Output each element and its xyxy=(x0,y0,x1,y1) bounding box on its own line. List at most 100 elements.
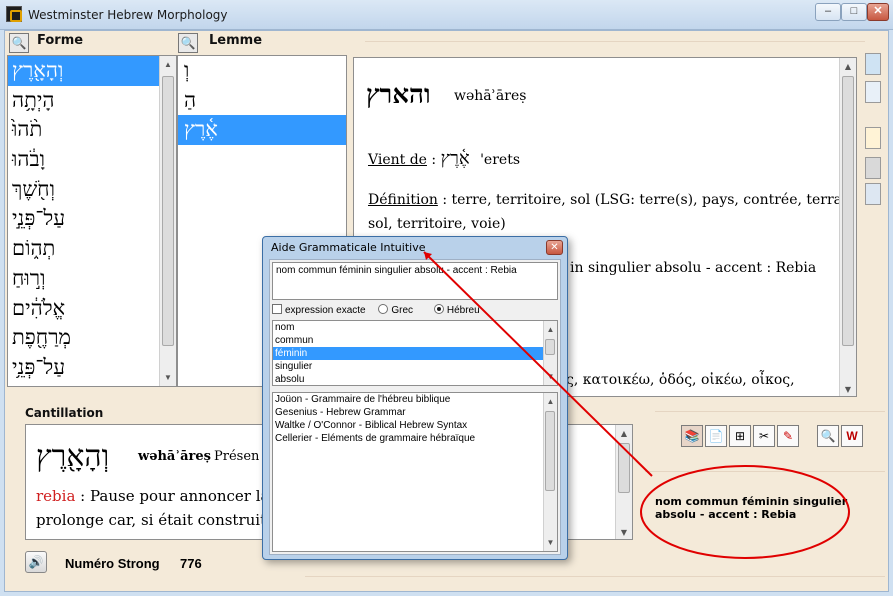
dialog-references-list[interactable]: Joüon - Grammaire de l'hébreu biblique Ge… xyxy=(272,392,558,552)
side-grammar-icon[interactable] xyxy=(865,157,881,179)
accent-desc: : Pause pour annoncer la xyxy=(75,487,270,505)
forme-list-item[interactable]: וָבֹ֔הוּ xyxy=(8,145,176,175)
books-icon[interactable]: 📚 xyxy=(681,425,703,447)
strong-number: 776 xyxy=(180,556,202,571)
scroll-down-icon[interactable]: ▼ xyxy=(160,369,176,386)
title-bar: Westminster Hebrew Morphology – □ ✕ xyxy=(0,0,893,30)
scroll-thumb[interactable] xyxy=(618,443,630,493)
dialog-close-button[interactable]: ✕ xyxy=(546,240,563,255)
grammar-dialog: Aide Grammaticale Intuitive ✕ nom commun… xyxy=(262,236,568,560)
reference-list-item[interactable]: Cellerier - Eléments de grammaire hébraï… xyxy=(273,432,557,445)
forme-list-item[interactable]: הָיְתָ֥ה xyxy=(8,86,176,116)
lemme-list-item[interactable]: הַ xyxy=(178,86,346,116)
speaker-button[interactable]: 🔊 xyxy=(25,551,47,573)
scroll-up-icon[interactable]: ▲ xyxy=(544,321,557,338)
search-icon: 🔍 xyxy=(180,36,196,50)
dialog-query-field[interactable]: nom commun féminin singulier absolu - ac… xyxy=(272,262,558,300)
forme-list-item[interactable]: מְרַחֶ֖פֶת xyxy=(8,323,176,353)
accent-name: rebia xyxy=(36,487,76,505)
logo-icon[interactable]: W xyxy=(841,425,863,447)
grec-radio[interactable] xyxy=(378,304,389,314)
maximize-button[interactable]: □ xyxy=(841,3,867,21)
dialog-body: nom commun féminin singulier absolu - ac… xyxy=(269,259,561,555)
refs-scrollbar[interactable]: ▲ ▼ xyxy=(543,393,557,551)
scroll-down-icon[interactable]: ▼ xyxy=(544,534,557,551)
cantillation-hebrew: וְהָאָ֖רֶץ xyxy=(36,439,110,474)
dialog-terms-list[interactable]: nom commun féminin singulier absolu ▲ ▼ xyxy=(272,320,558,386)
hebreu-label: Hébreu xyxy=(446,305,480,316)
forme-list-item[interactable]: עַל־פְּנֵ֥י xyxy=(8,353,176,383)
forme-list[interactable]: וְהָאָ֖רֶץ הָיְתָ֥ה תֹ֨הוּ֙ וָבֹ֔הוּ וְחֹ֖שֶ… xyxy=(7,55,177,387)
dialog-title: Aide Grammaticale Intuitive xyxy=(271,241,426,254)
vient-de-hebrew: אֶ֫רֶץ xyxy=(440,148,470,169)
vient-de-label[interactable]: Vient de xyxy=(368,152,427,168)
forme-list-item[interactable]: וְחֹ֖שֶׁךְ xyxy=(8,175,176,205)
speaker-icon: 🔊 xyxy=(28,555,44,569)
window-title: Westminster Hebrew Morphology xyxy=(28,8,228,22)
forme-list-item[interactable]: תְה֑וֹם xyxy=(8,234,176,264)
cantillation-translit: wəhāʾāreṣ xyxy=(138,449,211,464)
lemme-search-button[interactable]: 🔍 xyxy=(178,33,198,53)
zoom-icon[interactable]: 🔍 xyxy=(817,425,839,447)
scroll-up-icon[interactable]: ▲ xyxy=(840,58,856,75)
scroll-thumb[interactable] xyxy=(545,411,555,491)
greek-equivalents: ς, κατοικέω, ὁδός, οἰκέω, οἶκος, xyxy=(566,372,795,388)
definition-text-1: : terre, territoire, sol (LSG: terre(s),… xyxy=(437,192,857,208)
term-list-item[interactable]: commun xyxy=(273,334,557,347)
forme-header: Forme xyxy=(37,33,84,48)
term-list-item[interactable]: féminin xyxy=(273,347,557,360)
scroll-down-icon[interactable]: ▼ xyxy=(616,524,632,539)
reference-list-item[interactable]: Joüon - Grammaire de l'hébreu biblique xyxy=(273,393,557,406)
side-book-icon[interactable] xyxy=(865,53,881,75)
forme-list-item[interactable]: וְר֣וּחַ xyxy=(8,264,176,294)
scroll-thumb[interactable] xyxy=(162,76,174,346)
term-list-item[interactable]: nom xyxy=(273,321,557,334)
forme-list-item[interactable]: אֱלֹהִ֔ים xyxy=(8,294,176,324)
detail-scrollbar[interactable]: ▲ ▼ xyxy=(839,58,856,396)
dialog-options: expression exacte Grec Hébreu xyxy=(272,304,558,318)
lemme-list-item[interactable]: אֶ֫רֶץ xyxy=(178,115,346,146)
cantillation-scrollbar[interactable]: ▲ ▼ xyxy=(615,425,632,539)
vient-de-line: Vient de : אֶ֫רֶץ 'erets xyxy=(368,148,520,169)
detail-word-hebrew: והארץ xyxy=(366,80,431,110)
tools-icon[interactable]: ✂ xyxy=(753,425,775,447)
term-list-item[interactable]: singulier xyxy=(273,360,557,373)
forme-scrollbar[interactable]: ▲ ▼ xyxy=(159,56,176,386)
scroll-thumb[interactable] xyxy=(842,76,854,346)
forme-list-item[interactable]: תֹ֨הוּ֙ xyxy=(8,115,176,145)
side-help-icon[interactable] xyxy=(865,183,881,205)
callout-text: nom commun féminin singulier absolu - ac… xyxy=(655,495,848,521)
app-icon xyxy=(6,6,22,22)
scroll-up-icon[interactable]: ▲ xyxy=(544,393,557,410)
hebreu-radio[interactable] xyxy=(433,304,444,314)
cantillation-header: Cantillation xyxy=(25,406,104,420)
scroll-down-icon[interactable]: ▼ xyxy=(840,381,856,396)
term-list-item[interactable]: absolu xyxy=(273,373,557,385)
forme-search-button[interactable]: 🔍 xyxy=(9,33,29,53)
exact-label: expression exacte xyxy=(285,305,366,316)
tree-icon[interactable]: ⊞ xyxy=(729,425,751,447)
side-document-icon[interactable] xyxy=(865,81,881,103)
background-texture xyxy=(645,471,885,472)
scroll-up-icon[interactable]: ▲ xyxy=(160,56,176,73)
scroll-thumb[interactable] xyxy=(545,339,555,355)
scroll-up-icon[interactable]: ▲ xyxy=(616,425,632,442)
close-button[interactable]: ✕ xyxy=(867,3,889,21)
scroll-down-icon[interactable]: ▼ xyxy=(544,368,557,385)
pdf-icon[interactable]: ✎ xyxy=(777,425,799,447)
definition-label[interactable]: Définition xyxy=(368,192,438,208)
exact-checkbox[interactable] xyxy=(272,304,282,314)
definition-text-2: sol, territoire, voie) xyxy=(368,216,506,232)
accent-line-2: prolonge car, si était construit, xyxy=(36,511,271,529)
cantillation-rest: Présen xyxy=(214,449,260,464)
reference-list-item[interactable]: Gesenius - Hebrew Grammar xyxy=(273,406,557,419)
minimize-button[interactable]: – xyxy=(815,3,841,21)
reference-list-item[interactable]: Waltke / O'Connor - Biblical Hebrew Synt… xyxy=(273,419,557,432)
side-reference-icon[interactable] xyxy=(865,127,881,149)
forme-list-item[interactable]: עַל־פְּנֵ֣י xyxy=(8,204,176,234)
document-icon[interactable]: 📄 xyxy=(705,425,727,447)
lemme-list-item[interactable]: וְ xyxy=(178,56,346,86)
terms-scrollbar[interactable]: ▲ ▼ xyxy=(543,321,557,385)
strong-label: Numéro Strong xyxy=(65,556,160,571)
forme-list-item[interactable]: וְהָאָ֖רֶץ xyxy=(8,56,176,86)
